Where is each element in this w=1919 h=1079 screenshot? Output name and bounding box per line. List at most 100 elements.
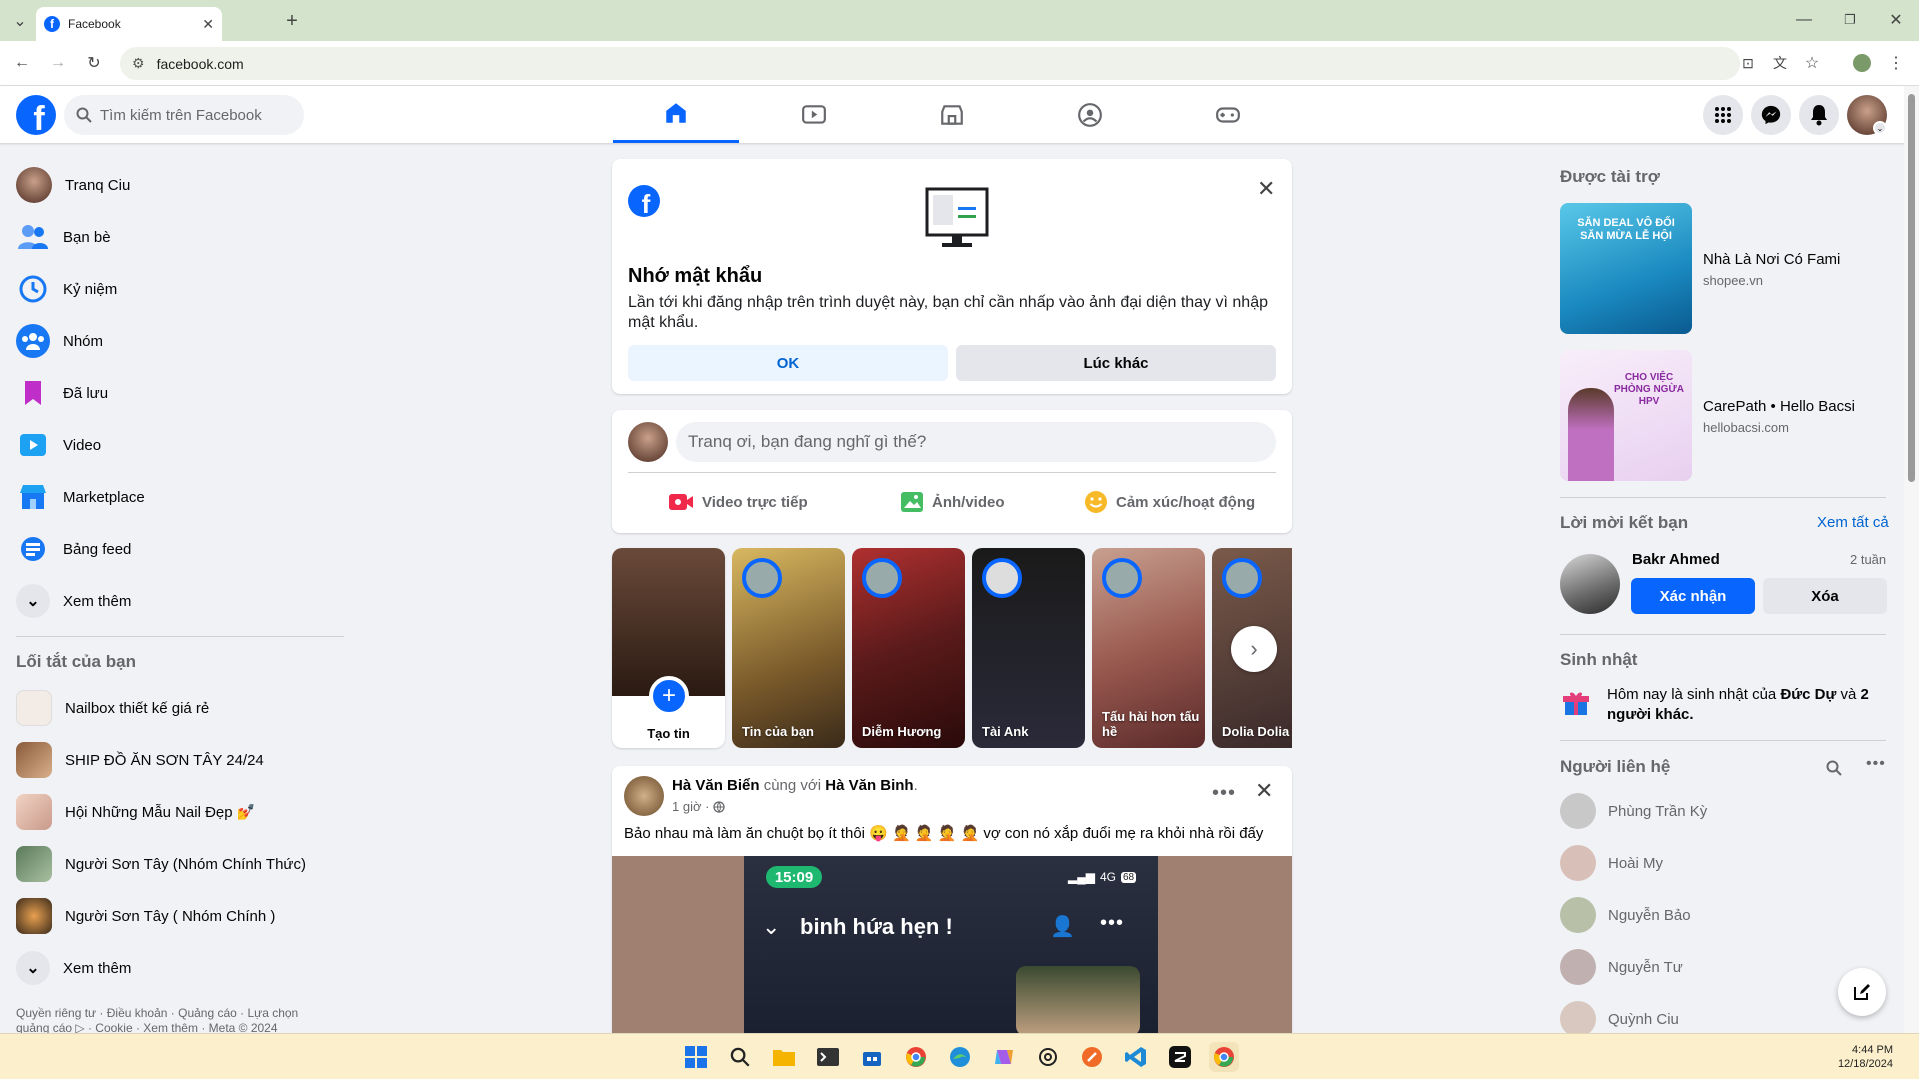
shortcuts-see-more[interactable]: ⌄ Xem thêm xyxy=(16,946,131,990)
story-card[interactable]: Tin của bạn xyxy=(732,548,845,748)
browser-menu-icon[interactable]: ⋮ xyxy=(1882,49,1910,77)
page-scrollbar[interactable] xyxy=(1904,86,1919,1033)
bell-icon xyxy=(1811,105,1827,126)
shortcut-item[interactable]: SHIP ĐỒ ĂN SƠN TÂY 24/24 xyxy=(16,738,264,782)
new-tab-icon[interactable]: + xyxy=(278,7,306,35)
confirm-request-button[interactable]: Xác nhận xyxy=(1631,578,1755,614)
vscode-icon[interactable] xyxy=(1121,1042,1151,1072)
tab-groups[interactable] xyxy=(1027,86,1153,143)
story-card[interactable]: Tài Ank xyxy=(972,548,1085,748)
story-card[interactable]: Diễm Hương xyxy=(852,548,965,748)
messenger-button[interactable] xyxy=(1751,95,1791,135)
contacts-more-icon[interactable]: ••• xyxy=(1866,755,1886,773)
account-chevron-icon[interactable]: ⌄ xyxy=(1873,121,1887,135)
shortcut-item[interactable]: Người Sơn Tây (Nhóm Chính Thức) xyxy=(16,842,306,886)
ad-title[interactable]: CarePath • Hello Bacsi xyxy=(1703,398,1855,415)
chrome-active-icon[interactable] xyxy=(1209,1042,1239,1072)
restore-icon[interactable]: ❐ xyxy=(1836,6,1864,34)
chatgpt-icon[interactable] xyxy=(1033,1042,1063,1072)
reload-icon[interactable]: ↻ xyxy=(80,49,108,77)
live-video-button[interactable]: Video trực tiếp xyxy=(668,482,808,522)
chrome-icon[interactable] xyxy=(901,1042,931,1072)
minimize-icon[interactable]: — xyxy=(1790,6,1818,34)
sidebar-item-saved[interactable]: Đã lưu xyxy=(16,371,108,415)
ad-title[interactable]: Nhà Là Nơi Có Fami xyxy=(1703,251,1840,268)
forward-icon[interactable]: → xyxy=(44,49,72,77)
footer-links[interactable]: Quyền riêng tư · Điều khoản · Quảng cáo … xyxy=(16,1006,346,1036)
menu-grid-button[interactable] xyxy=(1703,95,1743,135)
see-all-link[interactable]: Xem tất cả xyxy=(1817,514,1889,531)
system-clock[interactable]: 4:44 PM 12/18/2024 xyxy=(1833,1043,1893,1071)
window-close-icon[interactable]: ✕ xyxy=(1882,6,1910,34)
contact-item[interactable]: Nguyễn Bảo xyxy=(1560,893,1691,937)
post-author[interactable]: Hà Văn Biển xyxy=(672,777,760,794)
terminal-icon[interactable] xyxy=(813,1042,843,1072)
address-bar[interactable]: ⚙ facebook.com xyxy=(120,47,1740,80)
shortcut-item[interactable]: Nailbox thiết kế giá rẻ xyxy=(16,686,209,730)
tab-home[interactable] xyxy=(613,86,739,143)
taskbar-search-icon[interactable] xyxy=(725,1042,755,1072)
search-box[interactable]: Tìm kiếm trên Facebook xyxy=(64,95,304,135)
tab-close-icon[interactable]: ✕ xyxy=(202,16,214,33)
request-avatar[interactable] xyxy=(1560,554,1620,614)
post-author-avatar[interactable] xyxy=(624,776,664,816)
close-icon[interactable]: ✕ xyxy=(1257,176,1275,202)
shortcut-label: Nailbox thiết kế giá rẻ xyxy=(65,699,210,717)
app-orange-icon[interactable] xyxy=(1077,1042,1107,1072)
shortcut-item[interactable]: Hội Những Mẫu Nail Đẹp 💅 xyxy=(16,790,255,834)
contacts-search-icon[interactable] xyxy=(1826,760,1842,776)
copilot-icon[interactable] xyxy=(989,1042,1019,1072)
story-card[interactable]: Tấu hài hơn tấu hề xyxy=(1092,548,1205,748)
post-media[interactable]: 15:09 ▂▄▆ 4G 68 ⌄ binh hứa hẹn ! 👤 ••• xyxy=(612,856,1292,1033)
translate-icon[interactable]: 文 xyxy=(1766,49,1794,77)
contact-item[interactable]: Hoài My xyxy=(1560,841,1663,885)
ad-image-hellobacsi[interactable]: CHO VIỆC PHÒNG NGỪA HPV xyxy=(1560,350,1692,481)
tab-marketplace[interactable] xyxy=(889,86,1015,143)
contact-item[interactable]: Nguyễn Tư xyxy=(1560,945,1683,989)
sidebar-item-memories[interactable]: Kỷ niệm xyxy=(16,267,117,311)
sidebar-item-friends[interactable]: Bạn bè xyxy=(16,215,111,259)
start-icon[interactable] xyxy=(681,1042,711,1072)
composer-input[interactable]: Tranq ơi, bạn đang nghĩ gì thế? xyxy=(676,422,1276,462)
tab-gaming[interactable] xyxy=(1165,86,1291,143)
photo-video-button[interactable]: Ảnh/video xyxy=(900,482,1005,522)
sidebar-item-groups[interactable]: Nhóm xyxy=(16,319,103,363)
tab-video[interactable] xyxy=(751,86,877,143)
request-name[interactable]: Bakr Ahmed xyxy=(1632,551,1720,568)
file-explorer-icon[interactable] xyxy=(769,1042,799,1072)
post-close-icon[interactable]: ✕ xyxy=(1255,778,1273,804)
birthday-text[interactable]: Hôm nay là sinh nhật của Đức Dự và 2 ngư… xyxy=(1607,685,1885,725)
stories-next-icon[interactable]: › xyxy=(1231,626,1277,672)
bookmark-star-icon[interactable]: ☆ xyxy=(1798,49,1826,77)
scrollbar-thumb[interactable] xyxy=(1908,94,1915,482)
new-message-button[interactable] xyxy=(1838,968,1886,1016)
later-button[interactable]: Lúc khác xyxy=(956,345,1276,381)
post-time[interactable]: 1 giờ · xyxy=(672,799,709,814)
post-tagged-user[interactable]: Hà Văn Binh xyxy=(825,777,913,794)
delete-request-button[interactable]: Xóa xyxy=(1763,578,1887,614)
sidebar-item-marketplace[interactable]: Marketplace xyxy=(16,475,145,519)
sidebar-item-video[interactable]: Video xyxy=(16,423,101,467)
profile-icon[interactable] xyxy=(1848,49,1876,77)
facebook-logo-icon[interactable]: f xyxy=(16,95,56,135)
clock-time: 4:44 PM xyxy=(1852,1044,1893,1056)
ok-button[interactable]: OK xyxy=(628,345,948,381)
back-icon[interactable]: ← xyxy=(8,49,36,77)
sidebar-item-feeds[interactable]: Bảng feed xyxy=(16,527,131,571)
sidebar-item-see-more[interactable]: ⌄ Xem thêm xyxy=(16,579,131,623)
ad-image-shopee[interactable]: SĂN DEAL VÔ ĐỐI SĂN MỪA LỄ HỘI xyxy=(1560,203,1692,334)
store-icon[interactable] xyxy=(857,1042,887,1072)
capcut-icon[interactable] xyxy=(1165,1042,1195,1072)
shortcut-item[interactable]: Người Sơn Tây ( Nhóm Chính ) xyxy=(16,894,275,938)
browser-tab[interactable]: f Facebook ✕ xyxy=(36,7,222,41)
site-info-icon[interactable]: ⚙ xyxy=(132,55,145,72)
post-more-icon[interactable]: ••• xyxy=(1212,782,1236,805)
notifications-button[interactable] xyxy=(1799,95,1839,135)
edge-icon[interactable] xyxy=(945,1042,975,1072)
sidebar-profile[interactable]: Tranq Ciu xyxy=(16,163,130,207)
tab-list-dropdown-icon[interactable]: ⌄ xyxy=(6,7,34,35)
create-story-card[interactable]: + Tạo tin xyxy=(612,548,725,748)
feeling-button[interactable]: Cảm xúc/hoạt động xyxy=(1084,482,1255,522)
install-app-icon[interactable]: ⊡ xyxy=(1734,49,1762,77)
contact-item[interactable]: Phùng Trần Kỳ xyxy=(1560,789,1707,833)
